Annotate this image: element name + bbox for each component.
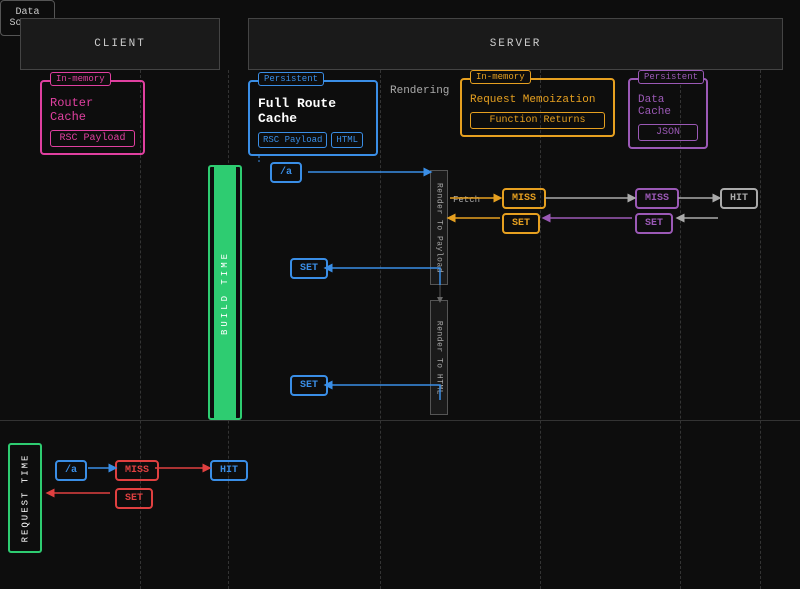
miss-pill-1: MISS [502,188,546,209]
router-cache-box: In-memory Router Cache RSC Payload [40,80,145,155]
render-to-html-label: Render To HTML [435,320,444,394]
router-cache-sub: RSC Payload [50,130,135,147]
full-route-cache-label-tag: Persistent [258,72,324,86]
router-cache-label-tag: In-memory [50,72,111,86]
hit-pill-request: HIT [210,460,248,481]
full-route-cache-title: Full Route Cache [258,96,368,126]
router-cache-title: Router Cache [50,96,135,124]
build-time-text: BUILD TIME [220,250,230,334]
hit-pill-build: HIT [720,188,758,209]
req-memo-label-tag: In-memory [470,70,531,84]
render-to-payload-box: Render To Payload [430,170,448,285]
set-pill-request: SET [115,488,153,509]
data-cache-box: Persistent Data Cache JSON [628,78,708,149]
diagram: CLIENT SERVER In-memory Router Cache RSC… [0,0,800,589]
request-time-text: REQUEST TIME [20,454,30,543]
set-pill-2: SET [635,213,673,234]
server-section-header: SERVER [248,18,783,70]
render-to-html-box: Render To HTML [430,300,448,415]
data-cache-title: Data Cache [638,94,698,118]
full-route-cache-box: Persistent Full Route Cache RSC Payload … [248,80,378,156]
render-to-payload-label: Render To Payload [435,182,444,272]
req-memo-sub: Function Returns [470,112,605,129]
full-route-cache-sub2: HTML [331,132,363,148]
miss-pill-request: MISS [115,460,159,481]
data-cache-sub: JSON [638,124,698,141]
dashed-line-6 [760,70,761,589]
full-route-cache-sub1: RSC Payload [258,132,327,148]
set-pill-blue-1: SET [290,258,328,279]
req-memo-box: In-memory Request Memoization Function R… [460,78,615,137]
miss-pill-2: MISS [635,188,679,209]
build-time-container: BUILD TIME [208,165,242,420]
route-a-pill-build: /a [270,162,302,183]
horizontal-divider [0,420,800,421]
route-a-pill-request: /a [55,460,87,481]
dashed-line-3 [380,70,381,589]
rendering-label: Rendering [390,85,449,97]
client-label: CLIENT [94,38,146,50]
dashed-line-4 [540,70,541,589]
server-label: SERVER [490,38,542,50]
fetch-label: Fetch [453,195,480,205]
data-cache-label-tag: Persistent [638,70,704,84]
client-section-header: CLIENT [20,18,220,70]
set-pill-blue-2: SET [290,375,328,396]
request-time-container: REQUEST TIME [8,443,42,553]
set-pill-1: SET [502,213,540,234]
req-memo-title: Request Memoization [470,94,605,106]
